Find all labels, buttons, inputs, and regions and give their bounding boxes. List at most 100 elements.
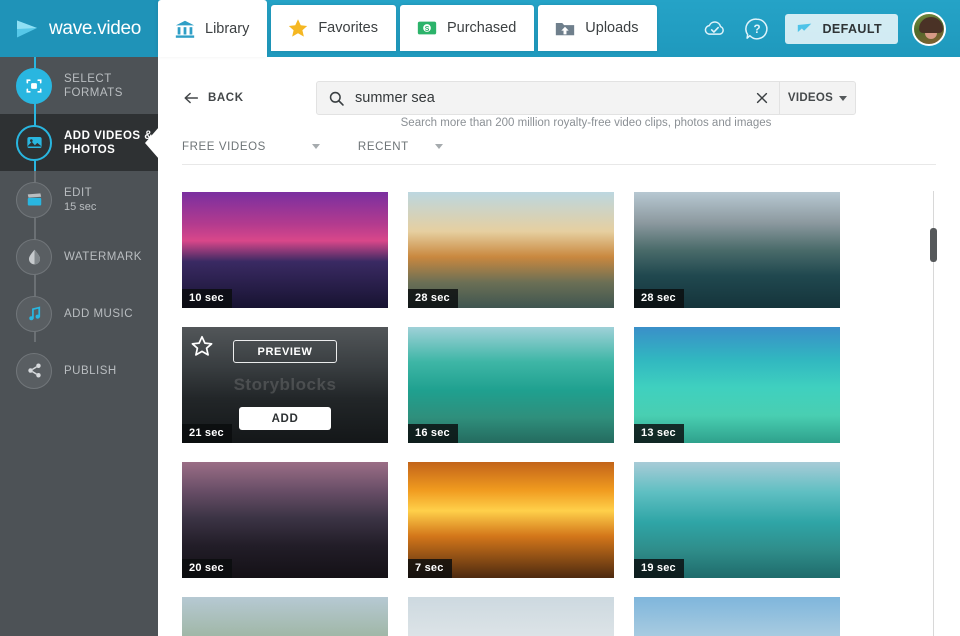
search-input[interactable] [355,90,745,106]
tab-label: Purchased [447,20,516,36]
video-card[interactable]: 16 sec [408,327,614,443]
video-card[interactable] [408,597,614,636]
sidebar-item-label: ADD VIDEOS & PHOTOS [64,129,158,157]
main-content: BACK VIDEOS [158,57,960,636]
video-card-hovered[interactable]: Storyblocks PREVIEW ADD 21 sec [182,327,388,443]
tab-library[interactable]: Library [158,0,267,57]
video-thumbnail [408,597,614,636]
upload-folder-icon [554,17,576,39]
avatar[interactable] [912,12,946,46]
sidebar-item-publish[interactable]: PUBLISH [0,342,158,399]
video-thumbnail [182,597,388,636]
duration-badge: 28 sec [634,289,684,308]
video-card[interactable]: 7 sec [408,462,614,578]
tab-favorites[interactable]: Favorites [271,5,396,51]
tab-label: Uploads [585,20,638,36]
search-icon [317,90,355,107]
step-text: WATERMARK [64,250,142,264]
video-card[interactable]: 28 sec [634,192,840,308]
step-icon-wrap [16,353,52,389]
sidebar-item-label: SELECT FORMATS [64,72,158,100]
format-frame-icon [24,76,44,96]
clear-search-icon[interactable] [745,90,779,106]
video-card[interactable]: 13 sec [634,327,840,443]
default-preset-button[interactable]: DEFAULT [785,14,898,44]
back-button[interactable]: BACK [182,89,244,107]
duration-badge: 20 sec [182,559,232,578]
default-preset-label: DEFAULT [822,22,882,36]
sidebar-item-label: EDIT [64,186,96,200]
filter-row: FREE VIDEOS RECENT [182,129,936,165]
cloud-check-icon[interactable] [701,15,729,43]
header-tabs: Library Favorites S Purchased [158,0,657,57]
droplet-icon [25,247,44,266]
duration-badge: 7 sec [408,559,452,578]
sidebar-item-sublabel: 15 sec [64,200,96,214]
tab-purchased[interactable]: S Purchased [400,5,534,51]
add-button[interactable]: ADD [239,407,331,430]
scrollbar-thumb[interactable] [930,228,937,262]
media-type-select[interactable]: VIDEOS [779,82,855,114]
video-card[interactable] [182,597,388,636]
tab-uploads[interactable]: Uploads [538,5,656,51]
video-results-grid: 10 sec 28 sec 28 sec Storyblocks [158,187,960,636]
brand-logo-area[interactable]: wave.video [0,0,158,57]
brand-name: wave.video [49,18,141,40]
star-outline-icon[interactable] [190,334,214,358]
duration-badge: 10 sec [182,289,232,308]
video-card[interactable]: 19 sec [634,462,840,578]
search-toolbar: BACK VIDEOS [158,57,960,129]
step-icon-wrap [16,125,52,161]
star-icon [287,17,309,39]
step-text: EDIT 15 sec [64,186,96,214]
question-circle-icon[interactable]: ? [743,15,771,43]
checkmark-flag-icon [796,20,814,38]
step-text: SELECT FORMATS [64,72,158,100]
tab-label: Favorites [318,20,378,36]
search-hint: Search more than 200 million royalty-fre… [316,117,856,129]
share-nodes-icon [25,361,44,380]
video-thumbnail [634,597,840,636]
svg-text:S: S [425,26,430,33]
sidebar-item-edit[interactable]: EDIT 15 sec [0,171,158,228]
step-icon-wrap [16,182,52,218]
back-label: BACK [208,92,244,104]
sidebar-item-select-formats[interactable]: SELECT FORMATS [0,57,158,114]
video-card[interactable]: 20 sec [182,462,388,578]
filter-label: FREE VIDEOS [182,141,266,153]
chevron-down-icon [435,144,443,149]
sidebar-item-label: ADD MUSIC [64,307,133,321]
duration-badge: 21 sec [182,424,232,443]
video-card[interactable]: 10 sec [182,192,388,308]
duration-badge: 19 sec [634,559,684,578]
step-icon-wrap [16,296,52,332]
search-box[interactable]: VIDEOS [316,81,856,115]
bank-columns-icon [174,18,196,40]
header-actions: ? DEFAULT [701,0,946,57]
video-card[interactable] [634,597,840,636]
filter-sort[interactable]: RECENT [358,141,443,153]
filter-license[interactable]: FREE VIDEOS [182,141,320,153]
step-icon-wrap [16,239,52,275]
video-card[interactable]: 28 sec [408,192,614,308]
chevron-down-icon [839,96,847,101]
play-triangle-icon [14,16,40,42]
sidebar-item-add-videos-photos[interactable]: ADD VIDEOS & PHOTOS [0,114,158,171]
media-type-label: VIDEOS [788,92,833,104]
sidebar-item-add-music[interactable]: ADD MUSIC [0,285,158,342]
step-text: PUBLISH [64,364,117,378]
duration-badge: 16 sec [408,424,458,443]
arrow-left-icon [182,89,200,107]
chevron-down-icon [312,144,320,149]
image-stack-icon [25,133,44,152]
preview-button[interactable]: PREVIEW [233,340,337,363]
duration-badge: 28 sec [408,289,458,308]
step-icon-wrap [16,68,52,104]
sidebar-item-label: PUBLISH [64,364,117,378]
workflow-sidebar: SELECT FORMATS ADD VIDEOS & PHOTOS [0,57,158,636]
sidebar-item-watermark[interactable]: WATERMARK [0,228,158,285]
sidebar-item-label: WATERMARK [64,250,142,264]
tab-label: Library [205,21,249,37]
duration-badge: 13 sec [634,424,684,443]
money-bill-icon: S [416,17,438,39]
